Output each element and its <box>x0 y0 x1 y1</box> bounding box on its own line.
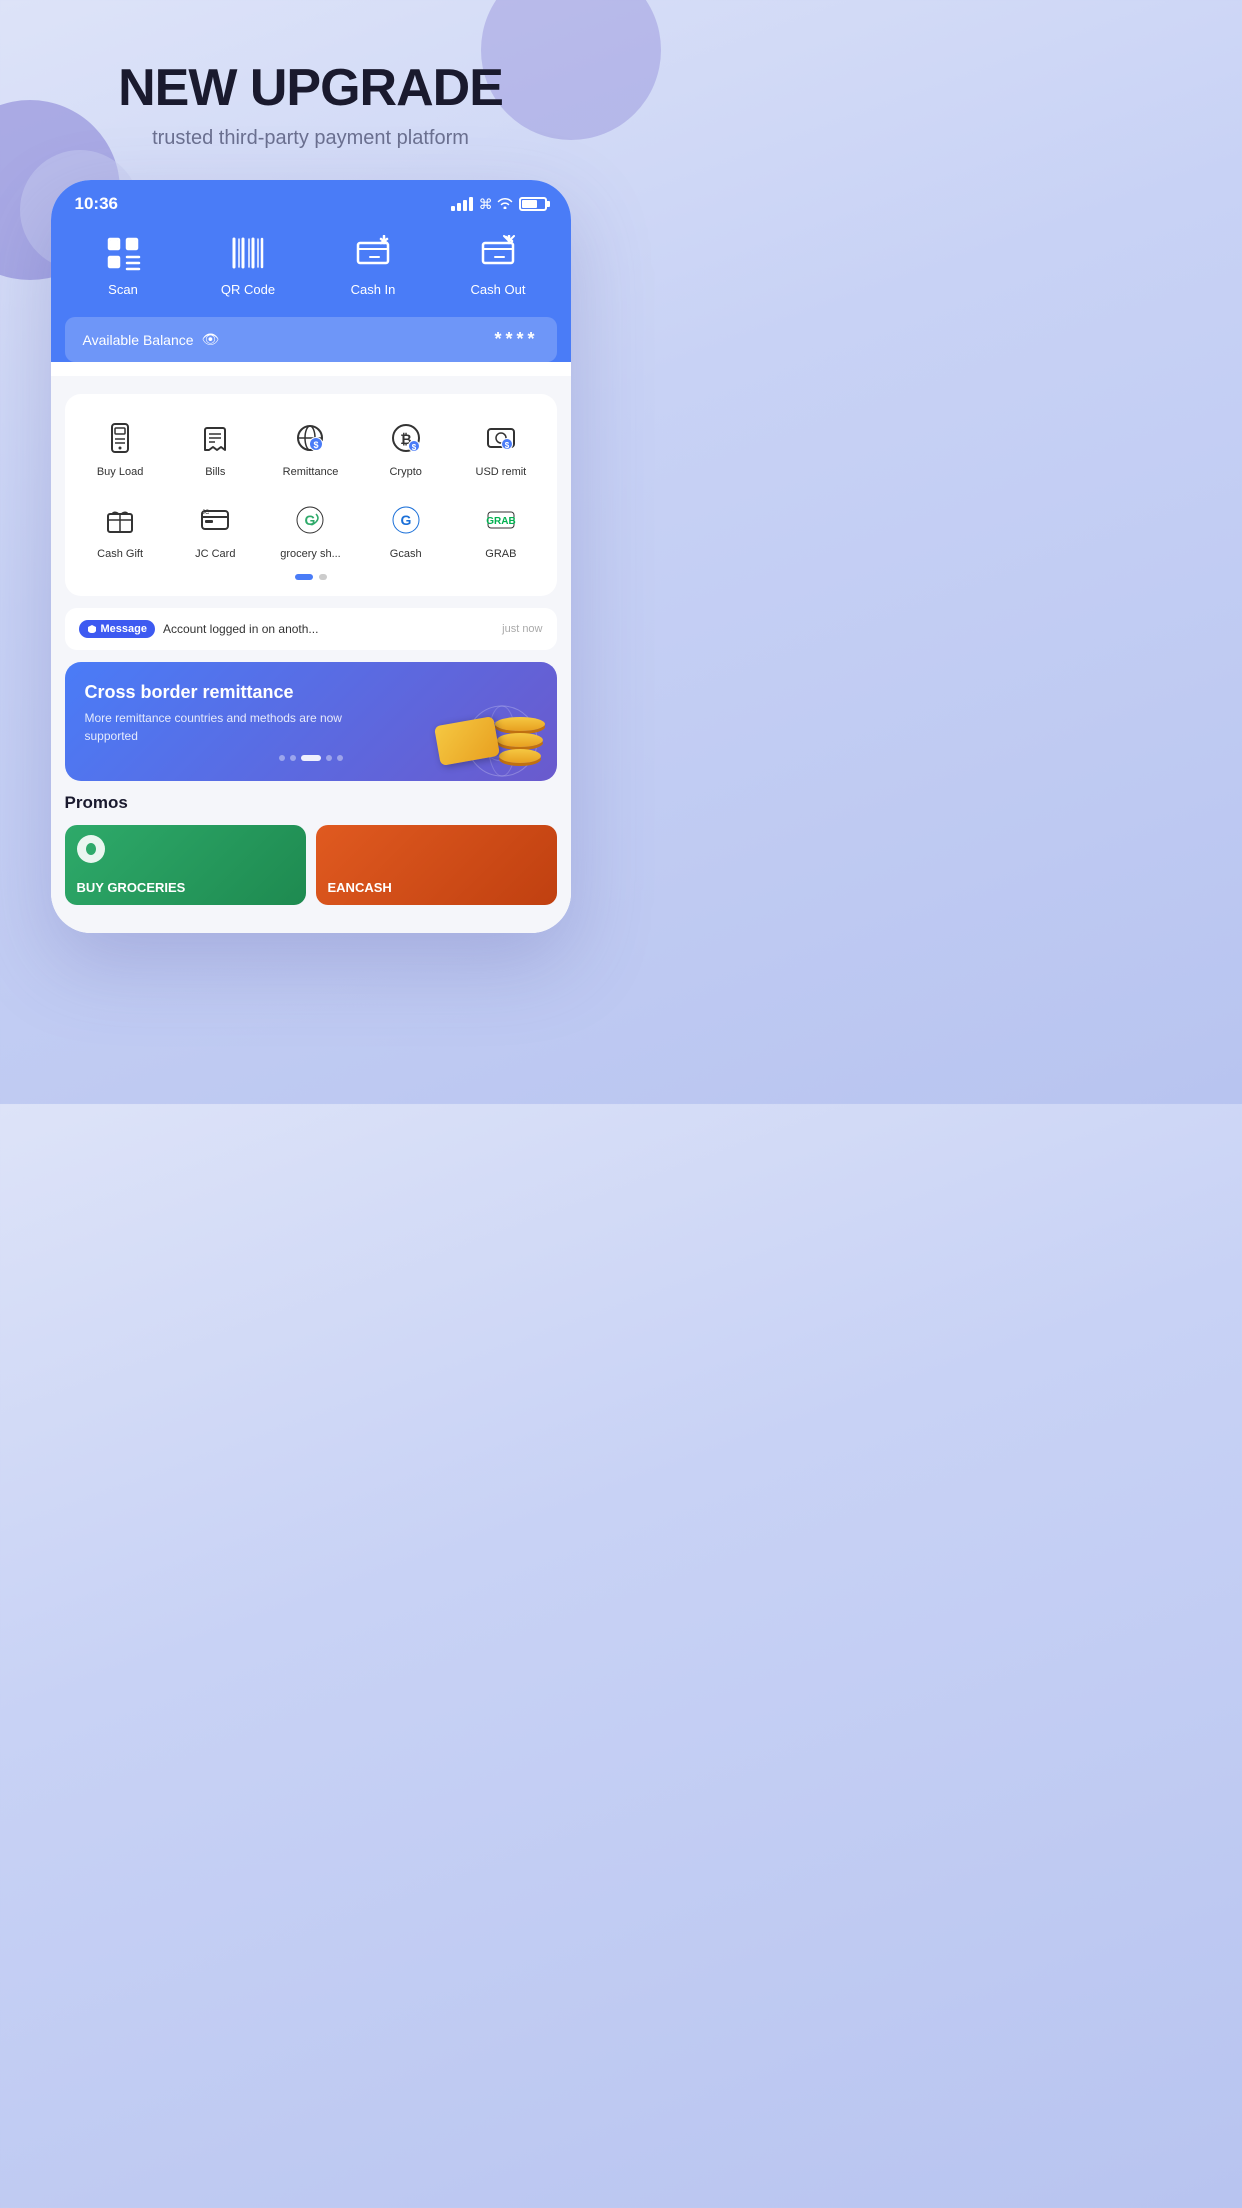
svg-text:GRAB: GRAB <box>486 516 515 527</box>
usdremit-label: USD remit <box>476 466 527 478</box>
cashout-label: Cash Out <box>471 282 526 297</box>
svg-text:G: G <box>305 512 316 528</box>
banner-dot-1 <box>279 755 285 761</box>
scan-action[interactable]: Scan <box>61 230 186 297</box>
grocery-label: grocery sh... <box>280 548 341 560</box>
remittance-label: Remittance <box>283 466 339 478</box>
bills-icon <box>193 416 237 460</box>
grab-label: GRAB <box>485 548 516 560</box>
banner-dot-2 <box>290 755 296 761</box>
coins-decoration <box>495 717 545 763</box>
phone-body: Buy Load Bills <box>51 376 571 933</box>
svg-text:G: G <box>400 512 411 528</box>
buyload-icon <box>98 416 142 460</box>
balance-eye-icon[interactable]: 👁 <box>202 331 220 348</box>
service-gcash[interactable]: G Gcash <box>358 492 453 566</box>
cashout-icon <box>475 230 521 276</box>
scan-icon <box>100 230 146 276</box>
buyload-label: Buy Load <box>97 466 143 478</box>
balance-label: Available Balance 👁 <box>83 331 220 348</box>
service-grab[interactable]: GRAB GRAB <box>453 492 548 566</box>
svg-text:$: $ <box>314 440 319 450</box>
service-buyload[interactable]: Buy Load <box>73 410 168 484</box>
remittance-icon: $ <box>288 416 332 460</box>
wifi-icon: ⌘ <box>479 196 513 213</box>
banner-dot-5 <box>337 755 343 761</box>
leaf-icon <box>83 841 99 857</box>
hero-title: NEW UPGRADE <box>0 60 621 117</box>
promos-title: Promos <box>65 793 557 813</box>
hero-subtitle: trusted third-party payment platform <box>0 127 621 150</box>
status-bar: 10:36 ⌘ <box>51 180 571 222</box>
banner-description: More remittance countries and methods ar… <box>85 709 356 745</box>
jccard-label: JC Card <box>195 548 235 560</box>
banner-dot-3 <box>301 755 321 761</box>
hero-section: NEW UPGRADE trusted third-party payment … <box>0 0 621 180</box>
service-cashgift[interactable]: Cash Gift <box>73 492 168 566</box>
gcash-icon: G <box>384 498 428 542</box>
shield-icon <box>87 624 97 634</box>
message-badge: Message <box>79 620 155 638</box>
message-time: just now <box>502 623 542 635</box>
promo-1-logo <box>77 835 105 863</box>
promo-card-1-content <box>65 825 306 879</box>
qrcode-label: QR Code <box>221 282 275 297</box>
barcode-icon <box>225 230 271 276</box>
promos-section: Promos BUY GROCERIES EA <box>65 793 557 915</box>
promos-row: BUY GROCERIES EANCASH <box>65 825 557 905</box>
dot-2 <box>319 574 327 580</box>
crypto-label: Crypto <box>389 466 421 478</box>
service-remittance[interactable]: $ Remittance <box>263 410 358 484</box>
bills-label: Bills <box>205 466 225 478</box>
svg-text:$: $ <box>411 443 416 452</box>
promo-banner[interactable]: Cross border remittance More remittance … <box>65 662 557 781</box>
scan-label: Scan <box>108 282 138 297</box>
service-row-2: Cash Gift JC JC Card <box>73 492 549 566</box>
usdremit-icon: $ <box>479 416 523 460</box>
service-grid: Buy Load Bills <box>65 394 557 596</box>
service-usdremit[interactable]: $ USD remit <box>453 410 548 484</box>
promo-card-1[interactable]: BUY GROCERIES <box>65 825 306 905</box>
cashin-icon <box>350 230 396 276</box>
balance-bar: Available Balance 👁 **** <box>65 317 557 362</box>
grab-icon: GRAB <box>479 498 523 542</box>
grocery-icon: G <box>288 498 332 542</box>
phone-mockup-wrapper: 10:36 ⌘ <box>0 180 621 933</box>
page-indicator <box>73 574 549 580</box>
battery-icon <box>519 197 547 211</box>
status-icons: ⌘ <box>451 196 547 213</box>
message-bar[interactable]: Message Account logged in on anoth... ju… <box>65 608 557 650</box>
banner-title: Cross border remittance <box>85 682 537 703</box>
qrcode-action[interactable]: QR Code <box>186 230 311 297</box>
dot-1 <box>295 574 313 580</box>
service-bills[interactable]: Bills <box>168 410 263 484</box>
promo-card-2[interactable]: EANCASH <box>316 825 557 905</box>
service-crypto[interactable]: ₿ $ Crypto <box>358 410 453 484</box>
service-jccard[interactable]: JC JC Card <box>168 492 263 566</box>
phone-mockup: 10:36 ⌘ <box>51 180 571 933</box>
cashin-action[interactable]: Cash In <box>311 230 436 297</box>
banner-dot-4 <box>326 755 332 761</box>
cashgift-label: Cash Gift <box>97 548 143 560</box>
jccard-icon: JC <box>193 498 237 542</box>
cashin-label: Cash In <box>351 282 396 297</box>
signal-icon <box>451 197 473 211</box>
promo-card-2-text: EANCASH <box>328 880 392 896</box>
crypto-icon: ₿ $ <box>384 416 428 460</box>
promo-card-1-text: BUY GROCERIES <box>77 880 186 896</box>
service-grocery[interactable]: G grocery sh... <box>263 492 358 566</box>
service-row-1: Buy Load Bills <box>73 410 549 484</box>
cashgift-icon <box>98 498 142 542</box>
balance-hidden-value: **** <box>494 329 538 350</box>
phone-header: 10:36 ⌘ <box>51 180 571 362</box>
svg-text:JC: JC <box>202 510 210 516</box>
status-time: 10:36 <box>75 194 118 214</box>
message-text: Account logged in on anoth... <box>163 622 494 636</box>
cashout-action[interactable]: Cash Out <box>436 230 561 297</box>
quick-actions-grid: Scan QR Code <box>51 222 571 317</box>
gcash-label: Gcash <box>390 548 422 560</box>
svg-text:$: $ <box>505 441 510 450</box>
